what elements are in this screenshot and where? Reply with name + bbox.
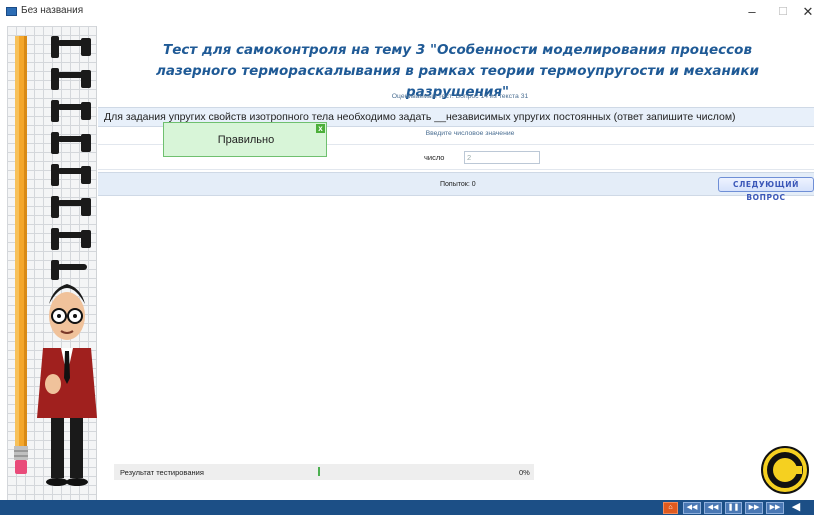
spiral-rings [51,36,91,280]
attempts-counter: Попыток: 0 [440,181,476,188]
app-icon [6,7,17,16]
last-slide-button[interactable]: ▶▶ [766,502,784,514]
next-slide-button[interactable]: ▶▶ [745,502,763,514]
title-bar: Без названия – ☐ ✕ [0,0,814,24]
professor [37,284,97,486]
back-arrow-icon[interactable]: ◀ [789,502,803,514]
popup-close-icon[interactable]: x [316,124,325,133]
app-window: Без названия – ☐ ✕ Тест для самоконтроля… [0,0,814,515]
result-panel: Результат тестирования 0% [114,464,534,480]
pause-button[interactable]: ❚❚ [725,502,742,514]
result-label: Результат тестирования [120,468,204,477]
answer-input[interactable] [464,151,540,164]
notebook-illustration [7,26,97,500]
pencil [14,36,28,474]
answer-label: число [424,153,445,162]
next-question-button[interactable]: СЛЕДУЮЩИЙ ВОПРОС [718,177,814,202]
copyright-icon[interactable] [760,445,810,495]
professor-pencil-illustration [14,36,97,486]
maximize-button[interactable]: ☐ [769,2,797,22]
player-controls: ⌂ ◀◀ ◀◀ ❚❚ ▶▶ ▶▶ ◀ [0,500,814,515]
minimize-button[interactable]: – [738,2,766,22]
feedback-popup: Правильно x [163,122,327,157]
home-button[interactable]: ⌂ [663,502,678,514]
prev-slide-button[interactable]: ◀◀ [704,502,722,514]
feedback-text: Правильно [217,134,275,146]
test-subtitle: Оцениваемый тест: Вопрос 14 из текста 31 [391,93,529,100]
result-percent: 0% [519,468,530,477]
answer-hint: Введите числовое значение [425,130,515,137]
attempts-row: Попыток: 0 СЛЕДУЮЩИЙ ВОПРОС [98,172,814,202]
first-slide-button[interactable]: ◀◀ [683,502,701,514]
close-button[interactable]: ✕ [794,2,814,22]
window-title: Без названия [21,5,84,16]
result-progress-bar [318,467,320,476]
